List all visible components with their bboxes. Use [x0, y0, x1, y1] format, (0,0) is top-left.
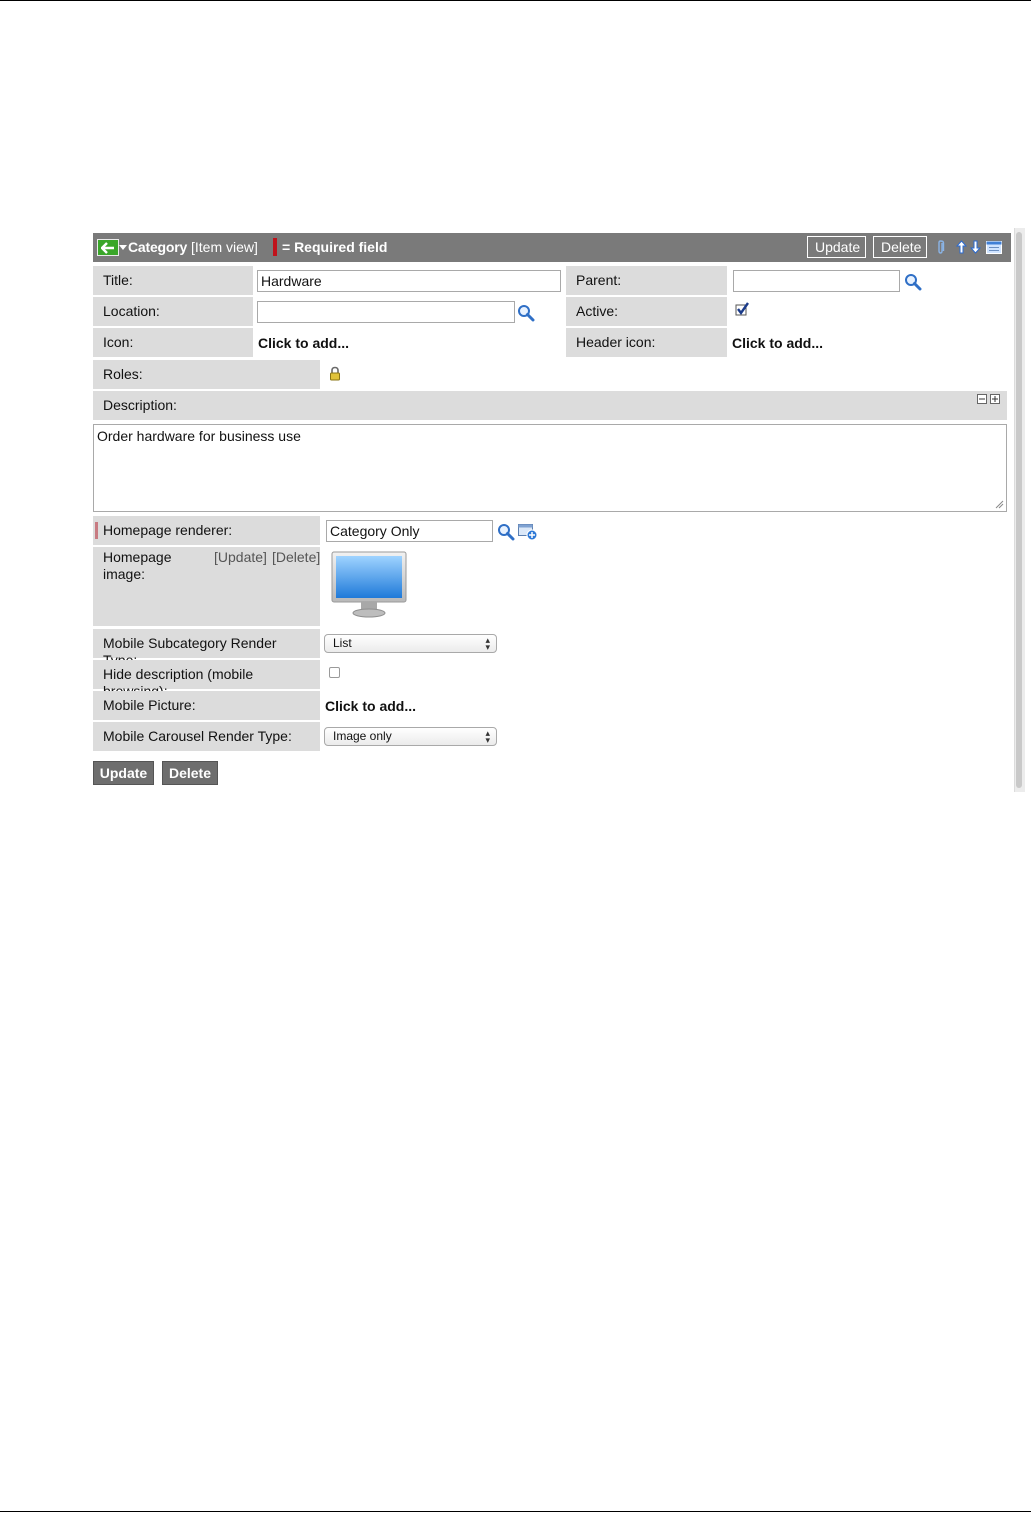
header-icon-add-link[interactable]: Click to add... — [732, 335, 823, 351]
mobile-carousel-select[interactable]: Image only ▴ ▾ — [324, 727, 497, 746]
lock-icon[interactable] — [329, 366, 341, 381]
description-text: Order hardware for business use — [97, 428, 301, 444]
attachment-icon[interactable] — [936, 240, 945, 255]
homepage-image-label: Homepage image: — [103, 549, 173, 583]
delete-button[interactable]: Delete — [162, 761, 218, 785]
homepage-image-update-link[interactable]: [Update] — [214, 549, 267, 565]
search-icon[interactable] — [497, 523, 515, 541]
page-bottom-rule — [0, 1511, 1031, 1512]
mobile-subcategory-label: Mobile Subcategory Render Type: — [93, 629, 320, 668]
reference-add-icon[interactable] — [518, 524, 538, 541]
select-arrows-icon: ▴ ▾ — [485, 728, 490, 745]
mobile-carousel-label: Mobile Carousel Render Type: — [93, 722, 320, 751]
mobile-subcategory-value: List — [333, 636, 352, 650]
location-label: Location: — [93, 297, 253, 326]
hide-description-label: Hide description (mobile browsing): — [93, 660, 320, 699]
parent-input[interactable] — [733, 270, 900, 292]
move-down-icon[interactable] — [970, 240, 981, 254]
title-label: Title: — [93, 266, 253, 295]
monitor-image — [331, 551, 407, 618]
form-header: Category [Item view] = Required field Up… — [93, 233, 1011, 262]
required-field-marker — [95, 522, 98, 539]
scrollbar-thumb[interactable] — [1016, 232, 1022, 788]
homepage-renderer-input[interactable]: Category Only — [326, 520, 493, 542]
description-label: Description: — [93, 391, 1007, 420]
header-icon-label: Header icon: — [566, 328, 727, 357]
required-field-legend: = Required field — [282, 239, 388, 255]
title-input[interactable]: Hardware — [257, 270, 561, 292]
icon-add-link[interactable]: Click to add... — [258, 335, 349, 351]
homepage-image-delete-link[interactable]: [Delete] — [272, 549, 320, 565]
homepage-image-label-text: Homepage image: — [103, 549, 172, 582]
menu-caret-icon[interactable] — [119, 245, 127, 250]
active-label: Active: — [566, 297, 727, 326]
expand-icon[interactable] — [990, 394, 1000, 404]
form-settings-icon[interactable] — [986, 241, 1002, 254]
icon-label: Icon: — [93, 328, 253, 357]
mobile-carousel-value: Image only — [333, 729, 392, 743]
homepage-renderer-label: Homepage renderer: — [93, 516, 320, 545]
parent-label: Parent: — [566, 266, 727, 295]
mobile-subcategory-select[interactable]: List ▴ ▾ — [324, 634, 497, 653]
back-arrow-icon[interactable] — [97, 239, 119, 256]
header-update-button[interactable]: Update — [807, 236, 866, 258]
header-delete-button[interactable]: Delete — [873, 236, 927, 258]
collapse-icon[interactable] — [977, 394, 987, 404]
form-title: Category — [128, 239, 188, 255]
homepage-renderer-label-text: Homepage renderer: — [103, 522, 233, 538]
required-field-marker — [273, 238, 277, 256]
checkbox-checked-icon[interactable] — [735, 302, 749, 316]
select-arrows-icon: ▴ ▾ — [485, 635, 490, 652]
location-input[interactable] — [257, 301, 515, 323]
page-top-rule — [0, 0, 1031, 1]
mobile-picture-label: Mobile Picture: — [93, 691, 320, 720]
form-view-label: [Item view] — [191, 239, 258, 255]
update-button[interactable]: Update — [93, 761, 154, 785]
hide-description-checkbox[interactable] — [329, 667, 340, 678]
search-icon[interactable] — [517, 304, 535, 322]
description-textarea[interactable]: Order hardware for business use — [93, 424, 1007, 512]
resize-grip-icon[interactable] — [995, 500, 1004, 509]
search-icon[interactable] — [904, 273, 922, 291]
mobile-picture-add-link[interactable]: Click to add... — [325, 698, 416, 714]
move-up-icon[interactable] — [956, 240, 967, 254]
roles-label: Roles: — [93, 360, 320, 389]
